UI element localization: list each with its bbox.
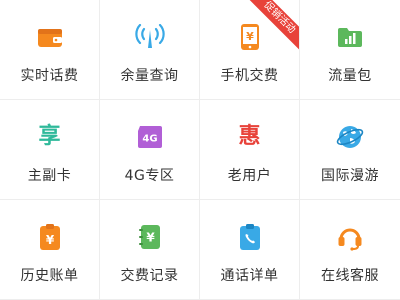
service-label: 交费记录 [120, 268, 179, 284]
phone-yen-icon: ¥ [235, 22, 265, 52]
service-main-sub-card[interactable]: 享 主副卡 [0, 100, 100, 200]
service-grid: 实时话费 余量查询 促销活动 ¥ 手机交费 流量包 享 主副卡 4G 4G专区 … [0, 0, 400, 300]
service-intl-roaming[interactable]: 国际漫游 [300, 100, 400, 200]
service-payment-records[interactable]: ¥ 交费记录 [100, 200, 200, 300]
svg-text:¥: ¥ [146, 231, 155, 245]
service-label: 主副卡 [27, 168, 72, 184]
headset-icon [335, 222, 365, 252]
service-label: 老用户 [227, 168, 272, 184]
service-bill-history[interactable]: ¥ 历史账单 [0, 200, 100, 300]
service-balance-query[interactable]: 余量查询 [100, 0, 200, 100]
service-realtime-bill[interactable]: 实时话费 [0, 0, 100, 100]
service-label: 余量查询 [120, 68, 179, 84]
svg-text:¥: ¥ [246, 30, 254, 43]
4g-badge-icon: 4G [135, 122, 165, 152]
service-label: 流量包 [328, 68, 372, 84]
wallet-icon [35, 22, 65, 52]
folder-bars-icon [335, 22, 365, 52]
clipboard-yen-icon: ¥ [35, 222, 65, 252]
hui-glyph: 惠 [238, 124, 261, 149]
service-label: 历史账单 [20, 268, 79, 284]
hui-glyph-icon: 惠 [235, 122, 265, 152]
service-phone-payment[interactable]: 促销活动 ¥ 手机交费 [200, 0, 300, 100]
globe-icon [335, 122, 365, 152]
xiang-glyph-icon: 享 [35, 122, 65, 152]
service-label: 实时话费 [20, 68, 79, 84]
service-label: 手机交费 [220, 68, 279, 84]
service-old-user[interactable]: 惠 老用户 [200, 100, 300, 200]
service-online-support[interactable]: 在线客服 [300, 200, 400, 300]
service-data-package[interactable]: 流量包 [300, 0, 400, 100]
service-4g-zone[interactable]: 4G 4G专区 [100, 100, 200, 200]
service-label: 在线客服 [321, 268, 379, 284]
clipboard-phone-icon [235, 222, 265, 252]
4g-badge-text: 4G [142, 134, 157, 145]
notebook-yen-icon: ¥ [135, 222, 165, 252]
service-label: 通话详单 [220, 268, 279, 284]
xiang-glyph: 享 [38, 124, 61, 149]
service-label: 4G专区 [124, 168, 175, 184]
service-label: 国际漫游 [321, 168, 379, 184]
signal-waves-icon [134, 22, 165, 52]
service-call-details[interactable]: 通话详单 [200, 200, 300, 300]
svg-text:¥: ¥ [45, 233, 54, 247]
